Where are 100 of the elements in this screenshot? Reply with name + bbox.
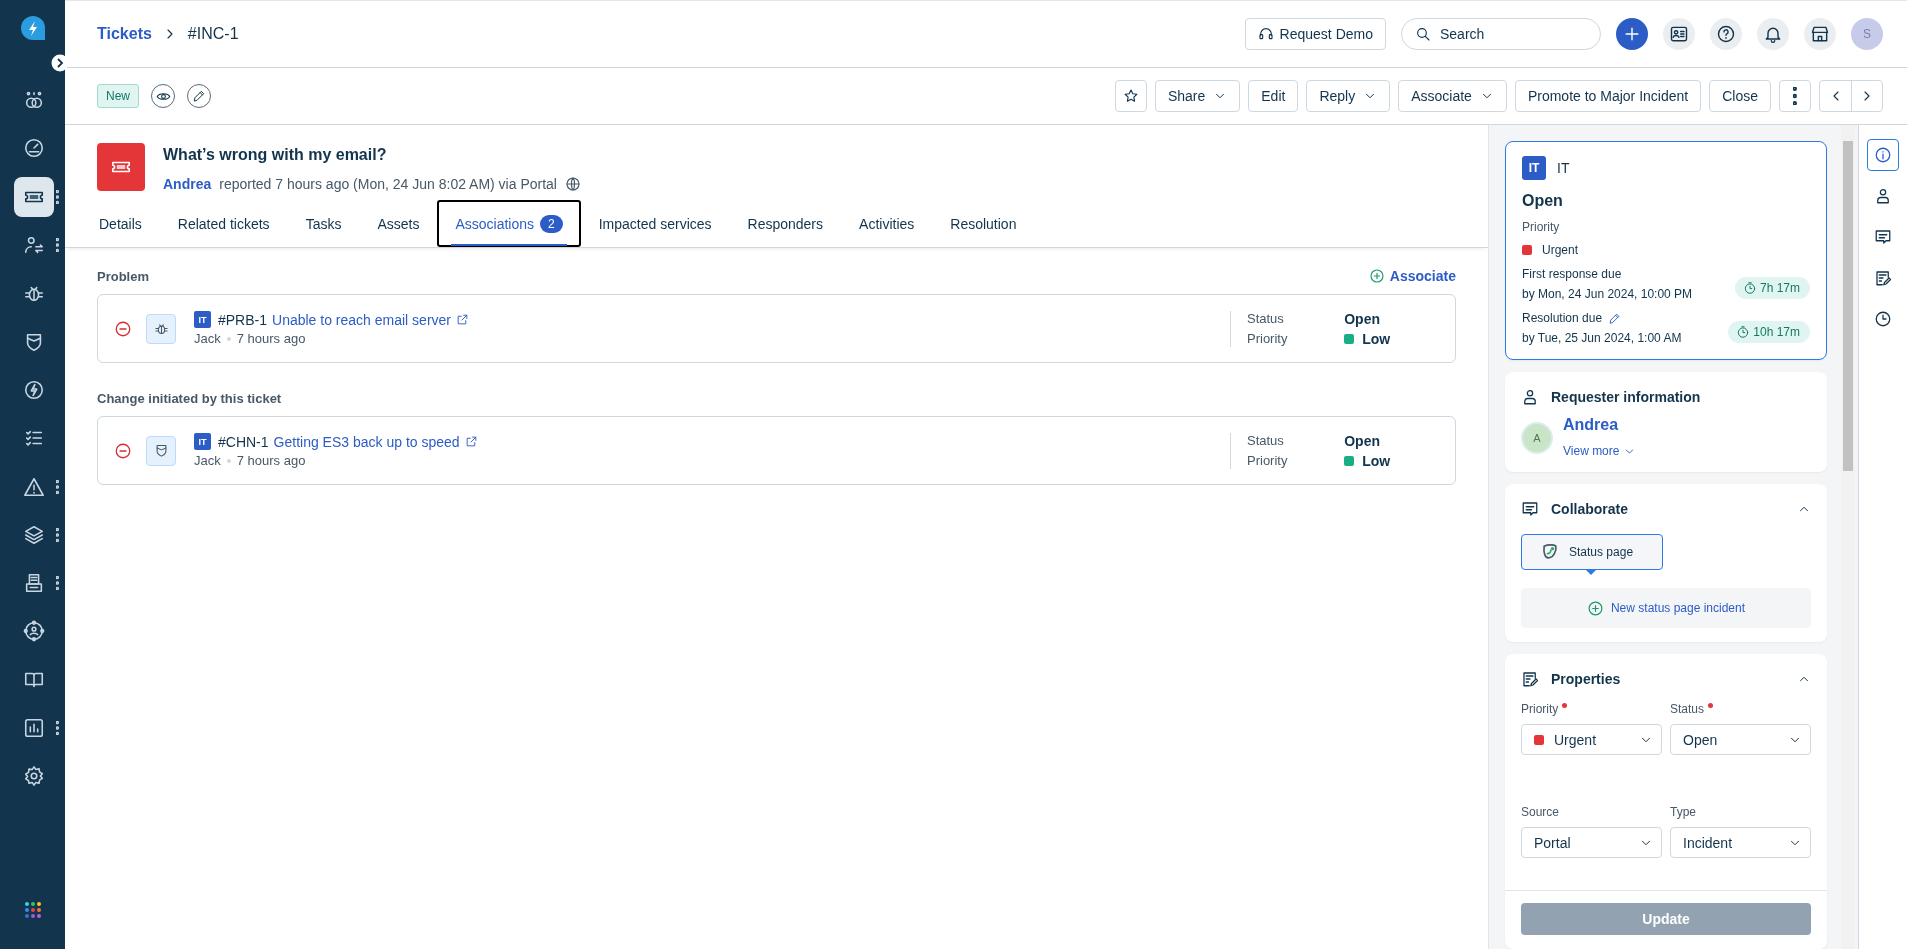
workspace-badge: IT [1522,156,1546,180]
notes-icon [1874,269,1892,287]
layers-icon [23,523,45,546]
select-field[interactable]: Portal [1521,827,1662,858]
toolbar-button[interactable]: Share [1154,80,1241,112]
tab[interactable]: Details [97,200,160,247]
requester-avatar: A [1521,422,1553,454]
gauge-icon [23,137,45,160]
request-demo-button[interactable]: Request Demo [1244,18,1386,50]
add-button[interactable] [1616,18,1648,50]
contacts-button[interactable] [1663,18,1695,50]
record-link[interactable]: Unable to reach email server [272,311,451,328]
due-date: by Mon, 24 Jun 2024, 10:00 PM [1522,287,1693,301]
time-ago: 7 hours ago [236,331,306,346]
panel-tab[interactable] [1867,139,1899,171]
status-tag: New [97,84,139,108]
remove-button[interactable] [114,441,132,460]
timer-badge: 10h 17m [1728,321,1810,343]
timer-icon [1736,325,1751,339]
select-field[interactable]: Open [1670,724,1811,755]
count-badge: 2 [540,215,563,233]
workspace-name: IT [1557,160,1570,176]
headset-icon [1257,26,1274,42]
field-label: Source [1521,805,1560,819]
tab[interactable]: Activities [841,200,933,247]
tab[interactable]: Associations 2 [437,200,581,247]
priority-label: Priority [1247,452,1289,469]
breadcrumb-link[interactable]: Tickets [97,25,152,43]
card-heading: Properties [1551,671,1622,687]
tab[interactable]: Tasks [287,200,360,247]
separator-dot [226,336,231,341]
search-field[interactable]: Search [1401,18,1601,50]
sidebar-item[interactable] [14,176,54,217]
person-icon [1874,187,1892,205]
field-label: Priority [1521,702,1559,716]
bolt-icon [23,378,45,401]
chart-icon [23,717,45,739]
scrollbar[interactable] [1841,125,1855,949]
workspace-badge: IT [194,311,211,328]
ticket-status: Open [1522,192,1564,210]
toolbar-button[interactable]: Reply [1306,80,1391,112]
pencil-icon [1608,311,1622,325]
priority-value: Low [1362,452,1391,469]
toolbar-button[interactable]: Edit [1248,80,1299,112]
chat-icon [1874,228,1892,246]
due-date: by Tue, 25 Jun 2024, 1:00 AM [1522,331,1682,345]
globe-icon [565,176,581,192]
minus-circle-icon [114,441,132,460]
card-heading: Collaborate [1551,501,1629,517]
help-icon [1716,24,1736,44]
view-more-link[interactable]: View more [1563,444,1637,458]
tab[interactable]: Responders [729,200,842,247]
ticket-meta: reported 7 hours ago (Mon, 24 Jun 8:02 AM) via Portal [219,176,557,192]
more-button[interactable] [1779,80,1811,112]
status-label: Status [1247,432,1285,449]
priority-value: Urgent [1542,243,1579,257]
tab[interactable]: Related tickets [159,200,288,247]
select-field[interactable]: Incident [1670,827,1811,858]
remove-button[interactable] [114,319,132,338]
expand-icon[interactable] [51,54,69,72]
tab[interactable]: Assets [359,200,438,247]
record-link[interactable]: Getting ES3 back up to speed [273,433,460,450]
section-heading: Change initiated by this ticket [97,391,282,406]
favorite-button[interactable] [1114,80,1147,112]
card-heading: Requester information [1551,389,1702,405]
apps-icon[interactable] [23,901,42,919]
select-field[interactable]: Urgent [1521,724,1662,755]
workspace-badge: IT [194,433,211,450]
logo-icon[interactable] [18,14,47,42]
person-icon [1521,388,1539,406]
section-heading: Problem [97,269,149,284]
toolbar-button[interactable]: Associate [1398,80,1507,112]
new-incident-button[interactable]: New status page incident [1521,588,1811,628]
tab[interactable]: Impacted services [580,200,730,247]
tab[interactable]: Resolution [932,200,1035,247]
clock-icon [1874,310,1892,328]
plus-circle-icon [1368,268,1385,284]
associate-link[interactable]: Associate [1368,268,1456,284]
field-label: Type [1670,805,1696,819]
requester-link[interactable]: Andrea [163,176,212,192]
author-name: Jack [194,453,221,468]
help-button[interactable] [1710,18,1742,50]
minus-circle-icon [114,319,132,338]
record-id: #CHN-1 [218,433,269,450]
timer-badge: 7h 17m [1734,277,1810,299]
status-page-icon [1540,542,1560,562]
marketplace-button[interactable] [1804,18,1836,50]
requester-link[interactable]: Andrea [1563,416,1637,434]
star-icon [1122,88,1139,104]
edit-button[interactable] [1608,311,1622,325]
notifications-button[interactable] [1757,18,1789,50]
notes-icon [1521,670,1539,688]
bug-icon [153,321,169,336]
ticket-title: What’s wrong with my email? [163,146,388,164]
field-label: Status [1670,702,1705,716]
shield-icon [153,443,169,458]
separator-dot [226,458,231,463]
author-name: Jack [194,331,221,346]
toolbar-button[interactable]: Promote to Major Incident [1514,80,1702,112]
toolbar-button[interactable]: Close [1709,80,1771,112]
